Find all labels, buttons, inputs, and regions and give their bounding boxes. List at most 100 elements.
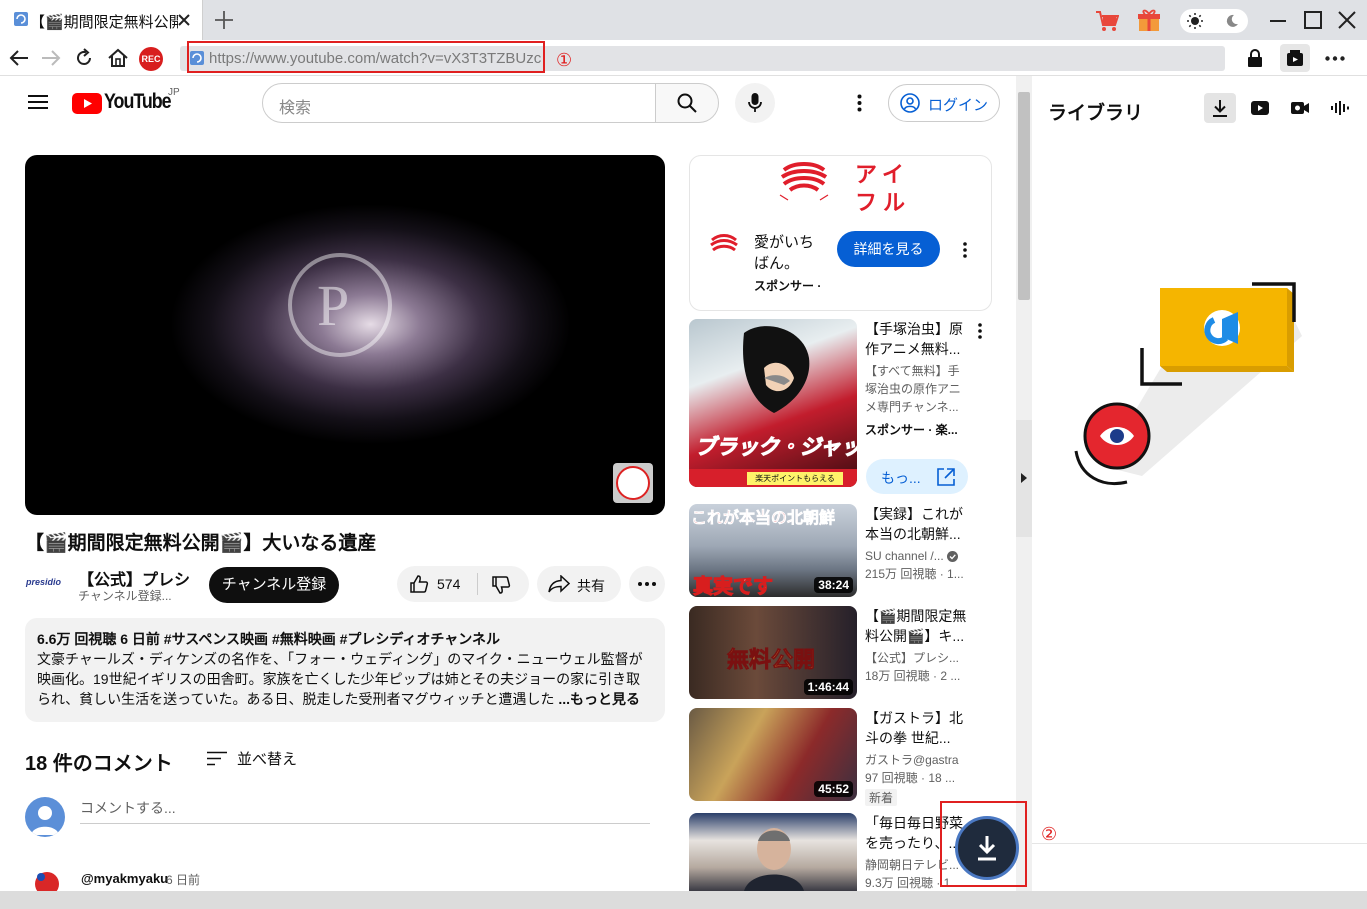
default-avatar-icon bbox=[31, 806, 59, 835]
sidebar-video-thumbnail[interactable]: 45:52 bbox=[689, 708, 857, 801]
search-input[interactable]: 検索 bbox=[262, 83, 656, 123]
settings-more-icon[interactable] bbox=[857, 94, 862, 112]
ad-advertiser-icon bbox=[710, 234, 738, 252]
comment-input[interactable]: コメントする... bbox=[80, 798, 650, 824]
share-button[interactable]: 共有 bbox=[537, 566, 621, 602]
tab-title: 【🎬期間限定無料公開🎬】大いなる遺産 bbox=[30, 14, 178, 31]
new-tab-icon[interactable] bbox=[214, 10, 234, 30]
share-icon bbox=[548, 575, 570, 593]
library-tab-video[interactable] bbox=[1244, 93, 1276, 123]
lock-icon[interactable] bbox=[1246, 48, 1264, 68]
gift-icon[interactable] bbox=[1137, 8, 1161, 32]
region-code: JP bbox=[168, 87, 180, 98]
ad-text: 愛がいちばん。 bbox=[754, 234, 815, 272]
channel-watermark[interactable] bbox=[613, 463, 653, 503]
sponsored-more-button[interactable]: もっ... bbox=[866, 459, 968, 494]
browser-status-bar bbox=[0, 891, 1367, 909]
sidebar-video-thumbnail[interactable]: 無料公開 1:46:44 bbox=[689, 606, 857, 699]
description-stats: 6.6万 回視聴 6 日前 #サスペンス映画 #無料映画 #プレシディオチャンネ… bbox=[37, 631, 501, 647]
panel-collapse-handle[interactable] bbox=[1016, 420, 1032, 537]
comment-author[interactable]: @myakmyaku bbox=[81, 871, 168, 886]
video-description[interactable]: 6.6万 回視聴 6 日前 #サスペンス映画 #無料映画 #プレシディオチャンネ… bbox=[25, 618, 665, 722]
search-placeholder: 検索 bbox=[279, 100, 312, 117]
window-minimize-icon[interactable] bbox=[1268, 10, 1288, 30]
comment-placeholder: コメントする... bbox=[80, 800, 176, 816]
microphone-icon bbox=[748, 93, 762, 112]
record-icon bbox=[1291, 102, 1309, 114]
forward-icon[interactable] bbox=[41, 49, 61, 67]
back-icon[interactable] bbox=[9, 49, 29, 67]
sidebar-video-channel: SU channel /... bbox=[865, 547, 970, 565]
sort-label: 並べ替え bbox=[237, 751, 298, 768]
video-duration: 1:46:44 bbox=[803, 679, 853, 695]
collapse-arrow-icon bbox=[1021, 473, 1027, 483]
sidebar-video-title: 【ガストラ】北斗の拳 世紀... bbox=[865, 710, 963, 746]
window-maximize-icon[interactable] bbox=[1303, 10, 1323, 30]
watermark-icon bbox=[616, 466, 650, 500]
ad-more-icon[interactable] bbox=[963, 242, 967, 258]
anime-character-image bbox=[743, 326, 810, 413]
description-line-3: られ、貧しい生活を送っていた。ある日、脱走した受刑者マグウィッチと遭遇した bbox=[37, 691, 555, 707]
rec-button[interactable]: REC bbox=[139, 47, 163, 71]
svg-text:P: P bbox=[317, 273, 349, 338]
downloader-toggle[interactable] bbox=[1280, 44, 1310, 72]
sidebar-video-more-icon[interactable] bbox=[978, 323, 982, 339]
library-tab-recording[interactable] bbox=[1284, 93, 1316, 123]
video-duration: 38:24 bbox=[814, 577, 853, 593]
video-player[interactable]: P bbox=[25, 155, 665, 515]
video-icon bbox=[1251, 101, 1269, 115]
sidebar-video-sponsor: スポンサー · 楽... bbox=[865, 423, 958, 437]
commenter-avatar[interactable] bbox=[32, 869, 62, 891]
hamburger-menu-icon[interactable] bbox=[28, 94, 48, 110]
sidebar-video-thumbnail[interactable] bbox=[689, 813, 857, 891]
thumbnail-title-text: ブラック・ジャック bbox=[695, 436, 857, 460]
window-close-icon[interactable] bbox=[1337, 10, 1357, 30]
library-tab-downloads[interactable] bbox=[1204, 93, 1236, 123]
description-line-1: 文豪チャールズ・ディケンズの名作を、「フォー・ウェディング」のマイク・ニューウェ… bbox=[37, 651, 643, 667]
search-button[interactable] bbox=[655, 83, 719, 123]
more-actions-button[interactable] bbox=[629, 566, 665, 602]
external-link-icon bbox=[937, 468, 955, 486]
browser-tab[interactable]: 【🎬期間限定無料公開🎬】大いなる遺産 bbox=[0, 0, 203, 40]
ad-cta-button[interactable]: 詳細を見る bbox=[837, 231, 940, 267]
sidebar-video-info[interactable]: 【手塚治虫】原作アニメ無料... 【すべて無料】手塚治虫の原作アニメ専門チャンネ… bbox=[865, 319, 970, 439]
ad-card[interactable]: アイ フル 愛がいちばん。 スポンサー · 詳細を見る bbox=[689, 155, 992, 311]
scrollbar-thumb[interactable] bbox=[1018, 92, 1030, 300]
show-more-link[interactable]: ...もっと見る bbox=[558, 691, 640, 707]
like-button[interactable]: 574 bbox=[397, 566, 477, 602]
sidebar-video-info[interactable]: 【🎬期間限定無料公開🎬】キ... 【公式】プレシ... 18万 回視聴 · 2 … bbox=[865, 606, 970, 685]
sidebar-video-thumbnail[interactable]: これが本当の北朝鮮 真実です 38:24 bbox=[689, 504, 857, 597]
dislike-button[interactable] bbox=[478, 566, 529, 602]
sidebar-video-views: 215万 回視聴 · 1... bbox=[865, 567, 964, 581]
sidebar-video-title: 【手塚治虫】原作アニメ無料... bbox=[865, 321, 963, 357]
more-menu-icon[interactable] bbox=[1325, 56, 1345, 61]
cart-icon[interactable] bbox=[1095, 10, 1119, 32]
login-button[interactable]: ログイン bbox=[888, 84, 1000, 122]
search-icon bbox=[677, 93, 697, 113]
sidebar-video-info[interactable]: 【ガストラ】北斗の拳 世紀... ガストラ@gastra 97 回視聴 · 18… bbox=[865, 708, 970, 807]
reload-icon[interactable] bbox=[74, 48, 94, 68]
downloader-icon bbox=[1287, 50, 1303, 66]
thumbs-down-icon bbox=[492, 576, 511, 594]
account-icon bbox=[900, 93, 920, 113]
new-badge: 新着 bbox=[865, 789, 898, 806]
theme-toggle[interactable] bbox=[1180, 9, 1248, 33]
sidebar-video-thumbnail[interactable]: ブラック・ジャック 楽天ポイントもらえる bbox=[689, 319, 857, 487]
sun-icon bbox=[1187, 13, 1203, 29]
sidebar-video-info[interactable]: 【実録】これが本当の北朝鮮... SU channel /... 215万 回視… bbox=[865, 504, 970, 583]
tab-close-icon[interactable] bbox=[178, 14, 190, 26]
description-line-2: 映画化。19世紀イギリスの田舎町。家族を亡くした少年ピップは姉とその夫ジョーの家… bbox=[37, 671, 641, 687]
news-person-image bbox=[744, 828, 804, 891]
user-avatar bbox=[25, 797, 65, 837]
subscribe-button[interactable]: チャンネル登録 bbox=[209, 567, 339, 603]
channel-avatar[interactable]: presidio bbox=[26, 569, 66, 595]
sort-comments-button[interactable]: 並べ替え bbox=[207, 748, 307, 770]
voice-search-button[interactable] bbox=[735, 83, 775, 123]
home-icon[interactable] bbox=[107, 48, 129, 68]
video-title: 【🎬期間限定無料公開🎬】大いなる遺産 bbox=[25, 533, 377, 554]
channel-label: SU channel /... bbox=[865, 549, 944, 563]
verified-icon bbox=[947, 551, 959, 562]
studio-logo-icon: P bbox=[288, 253, 392, 357]
library-tab-audio[interactable] bbox=[1324, 93, 1356, 123]
thumbnail-banner: 楽天ポイントもらえる bbox=[689, 469, 857, 487]
